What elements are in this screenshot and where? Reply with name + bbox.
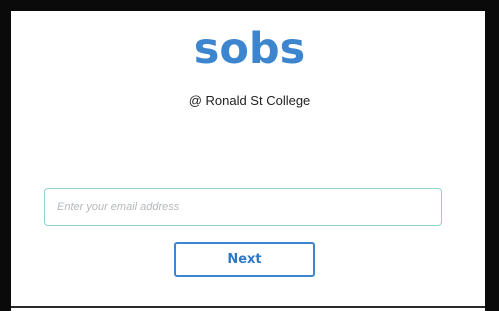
sobs-logo: sobs [193, 24, 306, 74]
bottom-divider [11, 306, 485, 308]
school-subtitle: @ Ronald St College [188, 93, 311, 108]
email-field[interactable] [44, 188, 442, 226]
next-button[interactable]: Next [174, 242, 315, 277]
